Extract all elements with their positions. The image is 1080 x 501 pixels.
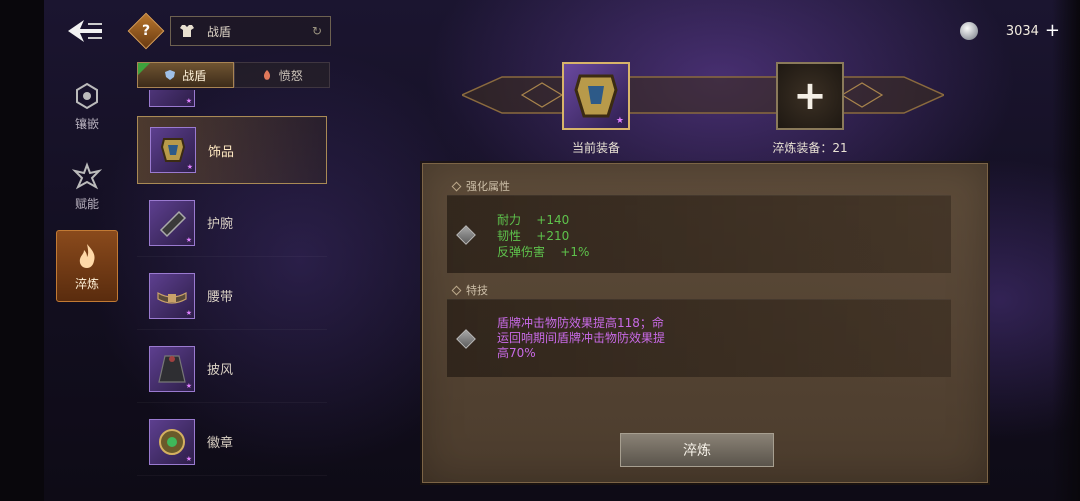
skill-description: 盾牌冲击物防效果提高118；命运回响期间盾牌冲击物防效果提高70% (497, 316, 666, 360)
list-item-partial[interactable]: ★ (137, 90, 327, 118)
left-screen-edge (0, 0, 44, 501)
current-equipment-slot[interactable]: ★ (562, 62, 630, 130)
stat-name: 韧性 (497, 229, 522, 243)
skill-box: 盾牌冲击物防效果提高118；命运回响期间盾牌冲击物防效果提高70% (447, 299, 951, 377)
help-label: ? (141, 23, 151, 39)
tab-label: 愤怒 (278, 68, 303, 83)
currency-bar: 3034 + (959, 20, 1060, 42)
skill-header-label: 特技 (466, 284, 488, 297)
stat-name: 反弹伤害 (497, 245, 546, 259)
list-item-cloak[interactable]: ★ 披风 (137, 335, 327, 403)
item-frame: ★ (149, 418, 195, 465)
diamond-bullet-icon (451, 285, 462, 295)
empower-icon (72, 161, 102, 189)
star-icon: ★ (185, 235, 192, 244)
nav-item-refine[interactable]: 淬炼 (56, 230, 118, 302)
gem-slot-icon (456, 225, 476, 245)
diamond-bullet-icon (451, 181, 462, 191)
fury-icon (263, 70, 270, 80)
stats-section-header: 强化属性 (451, 178, 510, 194)
list-item-accessory[interactable]: ★ 饰品 (137, 116, 327, 184)
star-icon: ★ (185, 381, 192, 390)
item-name: 护腕 (207, 217, 234, 232)
item-frame: ★ (150, 127, 196, 173)
skill-section-header: 特技 (451, 282, 488, 298)
item-name: 饰品 (208, 144, 235, 160)
cloak-icon (158, 354, 186, 383)
list-item-badge[interactable]: ★ 徽章 (137, 408, 327, 476)
item-name: 腰带 (207, 290, 234, 305)
nav-item-empower[interactable]: 赋能 (56, 150, 118, 222)
tab-fury[interactable]: 愤怒 (233, 62, 330, 88)
item-frame: ★ (149, 345, 195, 392)
stat-row: 韧性 +210 (497, 228, 589, 244)
back-arrow-icon (68, 20, 102, 42)
nav-label: 淬炼 (74, 276, 99, 291)
item-name: 徽章 (207, 436, 234, 451)
back-button[interactable] (62, 14, 108, 48)
stat-name: 耐力 (497, 213, 522, 227)
refine-button[interactable]: 淬炼 (620, 433, 774, 467)
currency-value: 3034 (1005, 23, 1039, 39)
stat-value: +1% (560, 245, 590, 259)
stats-box: 耐力 +140 韧性 +210 反弹伤害 +1% (447, 195, 951, 273)
add-icon: + (793, 73, 827, 119)
set-tabs: 战盾 愤怒 (137, 62, 330, 88)
equipment-list: ★ ★ 饰品 ★ 护腕 ★ 腰带 ★ 披风 ★ 徽章 (137, 90, 327, 501)
silver-coin-icon (959, 22, 978, 40)
star-icon: ★ (186, 163, 193, 171)
filter-value: 战盾 (207, 24, 232, 39)
item-name: 披风 (207, 363, 234, 378)
list-item-bracer[interactable]: ★ 护腕 (137, 189, 327, 257)
star-icon: ★ (185, 308, 192, 317)
item-frame: ★ (149, 272, 195, 319)
stat-row: 反弹伤害 +1% (497, 244, 589, 260)
item-frame: ★ (149, 90, 195, 107)
nav-label: 镶嵌 (74, 116, 99, 131)
gem-socket-icon (76, 82, 98, 109)
star-icon: ★ (615, 116, 624, 126)
belt-icon (157, 291, 187, 304)
star-icon: ★ (185, 96, 192, 105)
flame-icon (79, 243, 95, 268)
armor-icon (180, 25, 194, 37)
right-screen-edge (1052, 0, 1080, 501)
slot-rail-decoration (462, 76, 944, 114)
stats-list: 耐力 +140 韧性 +210 反弹伤害 +1% (497, 212, 589, 260)
bracer-icon (159, 210, 187, 237)
stats-header-label: 强化属性 (466, 180, 510, 193)
accessory-icon (160, 138, 186, 162)
tab-label: 战盾 (182, 68, 207, 83)
refine-equipment-label: 淬炼装备：21 (772, 141, 848, 155)
add-currency-button[interactable]: + (1045, 22, 1060, 40)
side-nav: 镶嵌 赋能 淬炼 (56, 70, 118, 310)
refresh-icon: ↻ (311, 24, 322, 38)
gem-slot-icon (456, 329, 476, 349)
refine-equipment-slot[interactable]: + (776, 62, 844, 130)
badge-icon (159, 428, 185, 455)
stat-row: 耐力 +140 (497, 212, 589, 228)
stat-value: +210 (536, 229, 570, 243)
current-equipment-label: 当前装备 (571, 141, 620, 155)
stat-value: +140 (536, 213, 570, 227)
item-frame: ★ (149, 199, 195, 246)
nav-item-inlay[interactable]: 镶嵌 (56, 70, 118, 142)
equipment-filter-dropdown[interactable]: 战盾 ↻ (170, 16, 331, 46)
star-icon: ★ (185, 454, 192, 463)
tab-shield[interactable]: 战盾 (137, 62, 234, 88)
shield-icon (165, 70, 176, 80)
nav-label: 赋能 (74, 196, 99, 211)
list-item-belt[interactable]: ★ 腰带 (137, 262, 327, 330)
check-corner-icon (138, 63, 150, 75)
